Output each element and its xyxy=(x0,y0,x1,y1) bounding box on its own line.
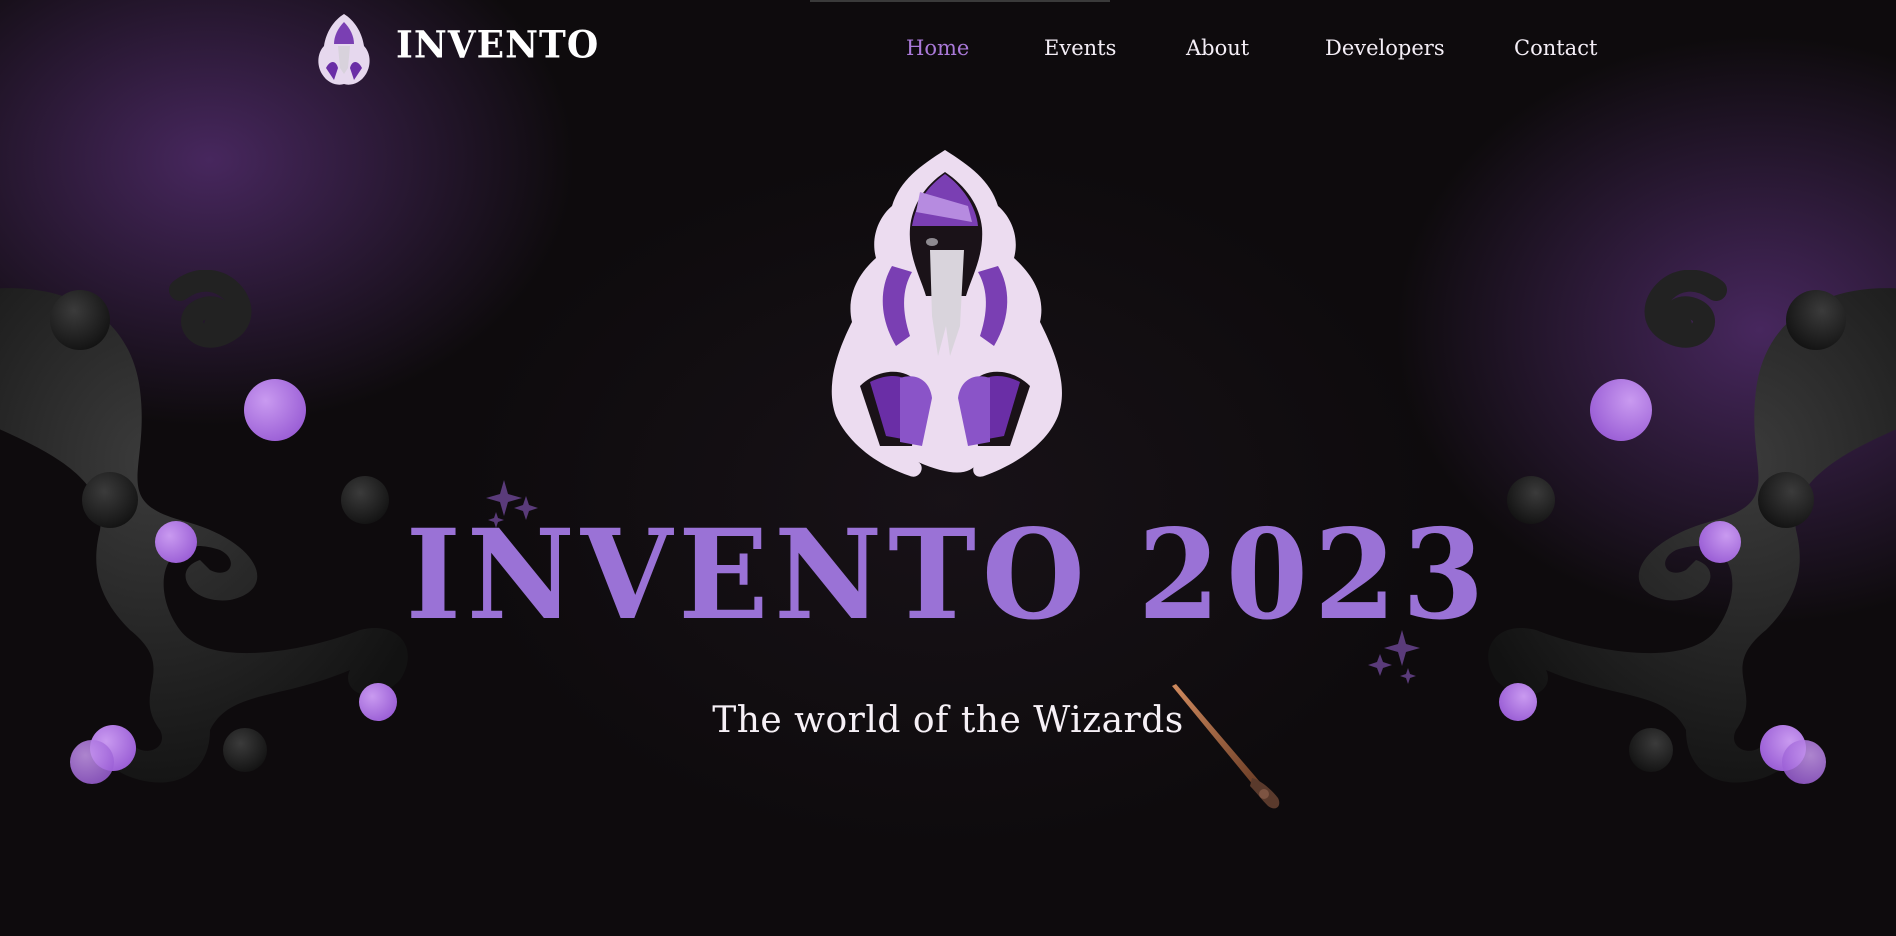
nav-link-developers[interactable]: Developers xyxy=(1325,36,1445,60)
nav-link-home[interactable]: Home xyxy=(906,36,969,60)
nav-link-contact[interactable]: Contact xyxy=(1514,36,1597,60)
top-strip xyxy=(810,0,1110,2)
wand-icon xyxy=(1172,684,1280,809)
nav-link-about[interactable]: About xyxy=(1186,36,1249,60)
nav-link-events[interactable]: Events xyxy=(1044,36,1116,60)
hero-title: INVENTO 2023 xyxy=(405,501,1491,648)
wizard-logo-icon[interactable] xyxy=(312,12,376,88)
brand-name[interactable]: INVENTO xyxy=(396,23,599,67)
wizard-emblem-icon xyxy=(831,150,1062,477)
hero-subtitle: The world of the Wizards xyxy=(712,700,1184,741)
